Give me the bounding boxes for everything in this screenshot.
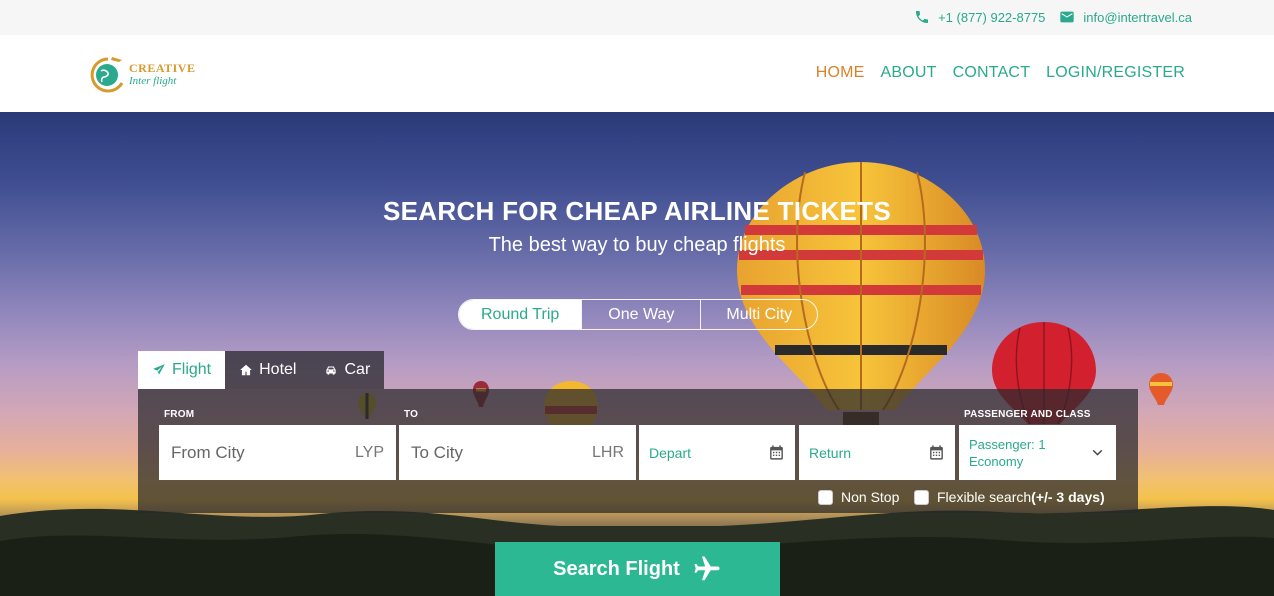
logo-text-line2: Inter flight — [129, 74, 177, 87]
nav-login-register[interactable]: LOGIN/REGISTER — [1046, 64, 1185, 82]
tab-car-label: Car — [344, 361, 371, 378]
trip-type-one-way[interactable]: One Way — [581, 300, 700, 329]
contact-info: +1 (877) 922-8775 info@intertravel.ca — [914, 9, 1192, 25]
return-placeholder: Return — [809, 444, 852, 461]
tiny-balloon-right-image — [1149, 373, 1173, 405]
flight-search-panel: FROM TO PASSENGER AND CLASS From City LY… — [138, 389, 1138, 513]
chevron-down-icon — [1092, 449, 1103, 456]
depart-placeholder: Depart — [649, 444, 692, 461]
to-city-input[interactable]: To City LHR — [399, 425, 636, 480]
passenger-class-select[interactable]: Passenger: 1 Economy — [959, 425, 1116, 480]
search-flight-button[interactable]: Search Flight — [495, 542, 780, 596]
calendar-icon — [930, 445, 943, 460]
depart-date-input[interactable]: Depart — [639, 425, 795, 480]
site-header: CREATIVE Inter flight HOME ABOUT CONTACT… — [0, 35, 1274, 112]
tab-flight-label: Flight — [172, 361, 212, 378]
trip-type-multi-city[interactable]: Multi City — [700, 300, 817, 329]
top-contact-bar: +1 (877) 922-8775 info@intertravel.ca — [0, 0, 1274, 35]
calendar-icon — [770, 445, 783, 460]
return-date-input[interactable]: Return — [799, 425, 955, 480]
flexible-search-label: Flexible search — [937, 489, 1032, 505]
hero-subtitle: The best way to buy cheap flights — [488, 234, 786, 256]
logo-text-line1: CREATIVE — [129, 60, 196, 75]
phone-number[interactable]: +1 (877) 922-8775 — [938, 10, 1045, 25]
tab-hotel-label: Hotel — [259, 361, 297, 378]
home-icon — [240, 364, 252, 376]
search-category-tabs: Flight Hotel Car — [138, 351, 385, 389]
from-airport-code: LYP — [354, 443, 384, 461]
email-address[interactable]: info@intertravel.ca — [1083, 10, 1192, 25]
to-label: TO — [404, 409, 419, 420]
nav-about[interactable]: ABOUT — [881, 64, 937, 82]
passenger-class-label: PASSENGER AND CLASS — [964, 409, 1091, 420]
non-stop-option: Non Stop — [818, 489, 899, 505]
cabin-class: Economy — [969, 453, 1024, 469]
site-logo[interactable]: CREATIVE Inter flight — [88, 51, 208, 97]
flexible-search-range: (+/- 3 days) — [1031, 489, 1105, 505]
tab-flight[interactable]: Flight — [138, 351, 226, 389]
flexible-search-option: Flexible search(+/- 3 days) — [914, 489, 1105, 505]
non-stop-label: Non Stop — [841, 489, 900, 505]
to-airport-code: LHR — [591, 443, 624, 461]
airplane-icon — [694, 556, 720, 581]
trip-type-toggle: Round Trip One Way Multi City — [458, 299, 819, 330]
search-flight-label: Search Flight — [553, 557, 680, 580]
from-city-input[interactable]: From City LYP — [159, 425, 396, 480]
car-icon — [326, 366, 337, 375]
globe-plane-logo-icon — [90, 57, 124, 93]
trip-type-round-trip[interactable]: Round Trip — [459, 300, 582, 329]
paper-plane-icon — [153, 364, 165, 375]
nav-home[interactable]: HOME — [816, 64, 865, 82]
tab-car[interactable]: Car — [310, 351, 385, 389]
non-stop-checkbox[interactable] — [818, 489, 833, 505]
nav-contact[interactable]: CONTACT — [953, 64, 1031, 82]
to-city-placeholder: To City — [411, 442, 463, 462]
email-icon — [1060, 11, 1075, 23]
from-label: FROM — [164, 409, 195, 420]
passenger-count: Passenger: 1 — [969, 436, 1046, 452]
hero-banner: SEARCH FOR CHEAP AIRLINE TICKETS The bes… — [0, 112, 1274, 596]
main-nav: HOME ABOUT CONTACT LOGIN/REGISTER — [816, 64, 1185, 82]
tab-hotel[interactable]: Hotel — [225, 351, 311, 389]
flexible-search-checkbox[interactable] — [914, 489, 929, 505]
hero-title: SEARCH FOR CHEAP AIRLINE TICKETS — [383, 196, 891, 226]
phone-icon — [916, 11, 929, 23]
from-city-placeholder: From City — [171, 442, 245, 462]
